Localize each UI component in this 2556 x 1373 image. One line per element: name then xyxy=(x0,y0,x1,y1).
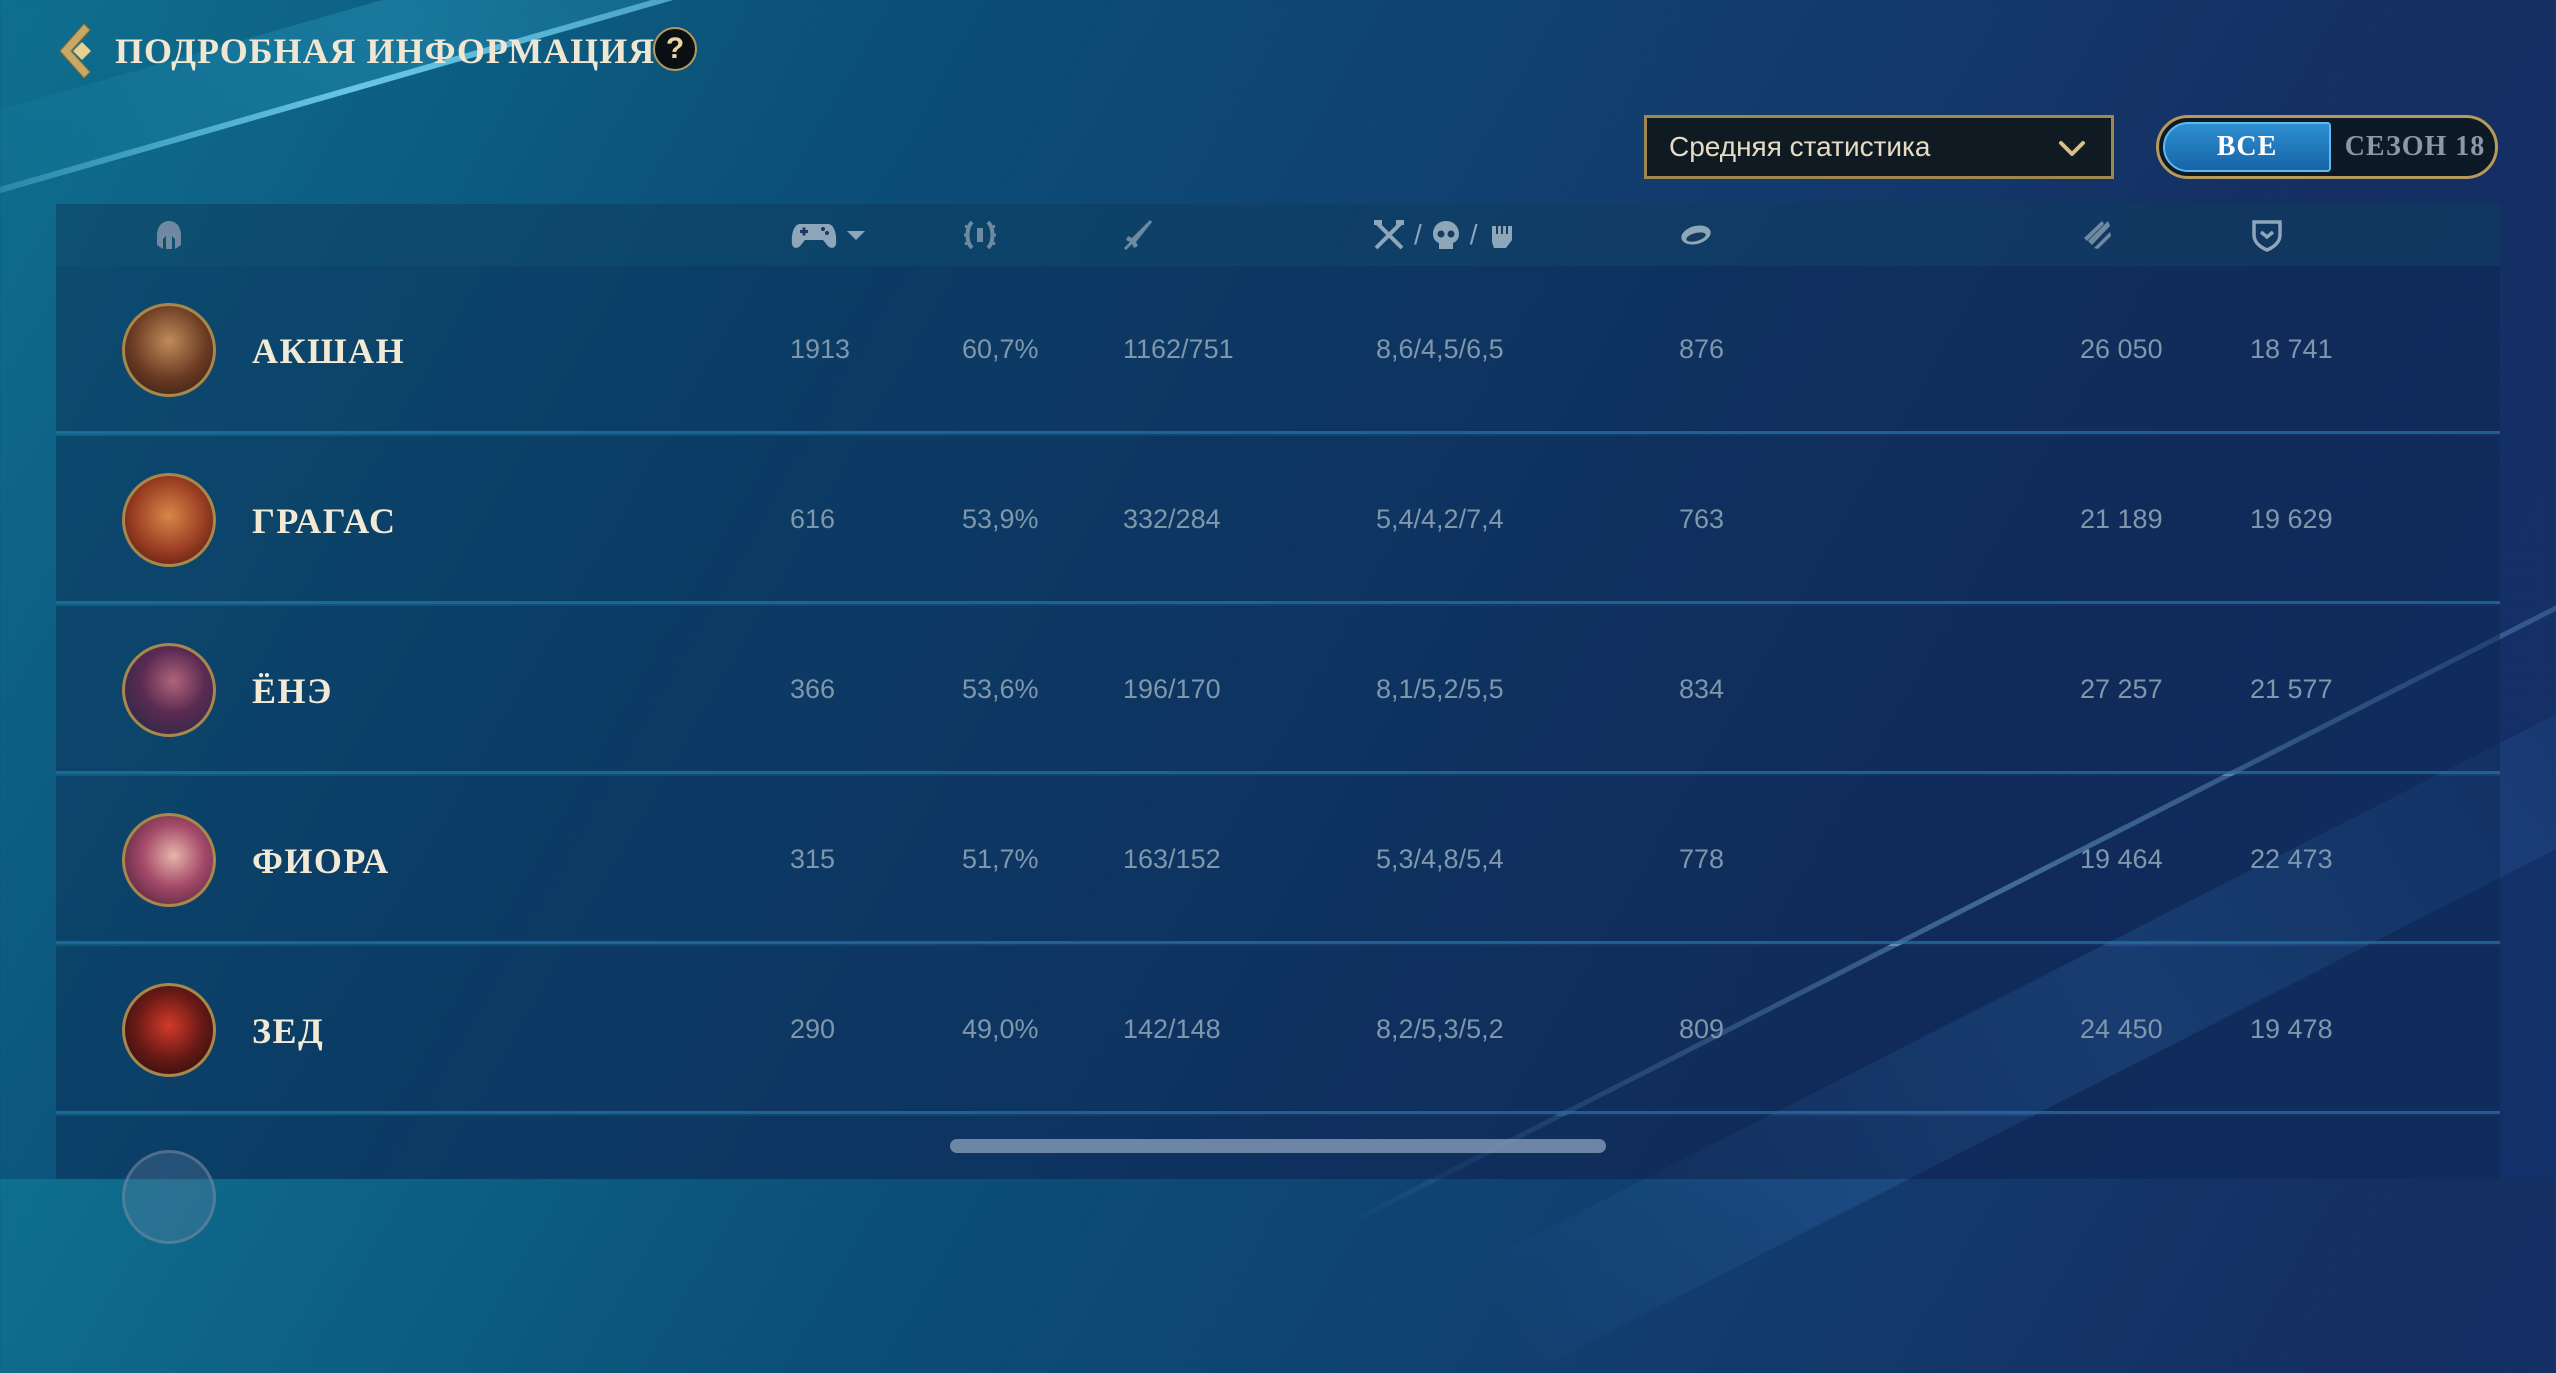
page-title: ПОДРОБНАЯ ИНФОРМАЦИЯ xyxy=(115,31,656,71)
season-toggle[interactable]: ВСЕ СЕЗОН 18 xyxy=(2156,115,2498,179)
table-row[interactable]: АКШАН 1913 60,7% 1162/751 8,6/4,5/6,5 87… xyxy=(56,266,2500,434)
winrate-value: 60,7% xyxy=(962,334,1039,364)
controller-icon xyxy=(791,224,837,248)
back-button[interactable] xyxy=(54,20,112,82)
cs-value: 809 xyxy=(1679,1014,1725,1044)
table-row[interactable]: ГРАГАС 616 53,9% 332/284 5,4/4,2/7,4 763… xyxy=(56,436,2500,604)
champion-name: ЗЕД xyxy=(252,1011,325,1051)
table-row[interactable]: ЁНЭ 366 53,6% 196/170 8,1/5,2/5,5 834 27… xyxy=(56,606,2500,774)
table-header: / / xyxy=(56,204,2500,266)
column-games-header[interactable] xyxy=(790,218,868,252)
champion-avatar-zed xyxy=(122,983,216,1077)
column-winrate-header[interactable] xyxy=(962,218,998,252)
games-value: 315 xyxy=(790,844,836,874)
damage-value: 24 450 xyxy=(2080,1014,2163,1044)
champion-name: ФИОРА xyxy=(252,841,390,881)
back-arrow-icon xyxy=(59,23,91,79)
kda-value: 5,4/4,2/7,4 xyxy=(1376,504,1504,534)
games-value: 366 xyxy=(790,674,836,704)
column-damage-header[interactable] xyxy=(2080,218,2114,252)
helmet-icon xyxy=(157,221,181,249)
minion-icon xyxy=(1681,225,1711,245)
column-cs-header[interactable] xyxy=(1678,218,1714,252)
damage-value: 21 189 xyxy=(2080,504,2163,534)
kda-value: 8,2/5,3/5,2 xyxy=(1376,1014,1504,1044)
sort-descending-icon xyxy=(847,231,865,240)
sword-icon xyxy=(1124,220,1152,250)
chevron-down-icon xyxy=(2059,141,2085,156)
winrate-value: 53,6% xyxy=(962,674,1039,704)
wins-losses-value: 142/148 xyxy=(1123,1014,1221,1044)
column-wins-losses-header[interactable] xyxy=(1118,218,1154,252)
games-value: 1913 xyxy=(790,334,851,364)
tank-value: 21 577 xyxy=(2250,674,2333,704)
column-tank-header[interactable] xyxy=(2250,218,2284,252)
wins-losses-value: 1162/751 xyxy=(1123,334,1234,364)
table-row[interactable]: ФИОРА 315 51,7% 163/152 5,3/4,8/5,4 778 … xyxy=(56,776,2500,944)
kda-separator: / xyxy=(1469,219,1478,250)
column-champion-header[interactable] xyxy=(152,218,186,252)
champion-avatar-fiora xyxy=(122,813,216,907)
games-value: 616 xyxy=(790,504,836,534)
damage-value: 26 050 xyxy=(2080,334,2163,364)
games-value: 290 xyxy=(790,1014,836,1044)
champion-stats-table: / / АКШАН 1913 60,7% 1162/751 8,6/4,5/6,… xyxy=(56,204,2500,1179)
tank-value: 19 478 xyxy=(2250,1014,2333,1044)
winrate-value: 49,0% xyxy=(962,1014,1039,1044)
champion-name: АКШАН xyxy=(252,331,406,371)
wins-losses-value: 332/284 xyxy=(1123,504,1221,534)
champion-name: ЁНЭ xyxy=(252,671,333,711)
champion-avatar-yone xyxy=(122,643,216,737)
champion-name: ГРАГАС xyxy=(252,501,397,541)
column-kda-header[interactable]: / / xyxy=(1372,218,1518,252)
claw-icon xyxy=(2084,221,2111,249)
damage-value: 27 257 xyxy=(2080,674,2163,704)
skull-icon xyxy=(1432,221,1459,249)
champion-avatar-akshan xyxy=(122,303,216,397)
tank-value: 22 473 xyxy=(2250,844,2333,874)
table-row[interactable]: ЗЕД 290 49,0% 142/148 8,2/5,3/5,2 809 24… xyxy=(56,946,2500,1114)
kda-separator: / xyxy=(1414,219,1422,250)
cs-value: 876 xyxy=(1679,334,1725,364)
winrate-value: 51,7% xyxy=(962,844,1039,874)
crossed-swords-icon xyxy=(1374,220,1404,250)
damage-value: 19 464 xyxy=(2080,844,2163,874)
shield-icon xyxy=(2252,220,2282,252)
winrate-value: 53,9% xyxy=(962,504,1039,534)
wins-losses-value: 163/152 xyxy=(1123,844,1221,874)
toggle-option-season[interactable]: СЕЗОН 18 xyxy=(2335,118,2495,176)
tank-value: 18 741 xyxy=(2250,334,2333,364)
tank-value: 19 629 xyxy=(2250,504,2333,534)
stat-mode-dropdown[interactable]: Средняя статистика xyxy=(1644,115,2114,179)
champion-avatar-gragas xyxy=(122,473,216,567)
kda-value: 8,6/4,5/6,5 xyxy=(1376,334,1504,364)
cs-value: 778 xyxy=(1679,844,1725,874)
fist-icon xyxy=(1491,226,1512,248)
toggle-option-all[interactable]: ВСЕ xyxy=(2163,122,2331,172)
scrollbar[interactable] xyxy=(950,1139,1606,1153)
wins-losses-value: 196/170 xyxy=(1123,674,1221,704)
cs-value: 834 xyxy=(1679,674,1725,704)
help-button[interactable]: ? xyxy=(653,27,697,71)
cs-value: 763 xyxy=(1679,504,1725,534)
kda-value: 8,1/5,2/5,5 xyxy=(1376,674,1504,704)
laurel-icon xyxy=(964,220,996,250)
stat-mode-selected-value: Средняя статистика xyxy=(1669,131,1931,162)
champion-avatar xyxy=(122,1150,216,1244)
kda-value: 5,3/4,8/5,4 xyxy=(1376,844,1504,874)
